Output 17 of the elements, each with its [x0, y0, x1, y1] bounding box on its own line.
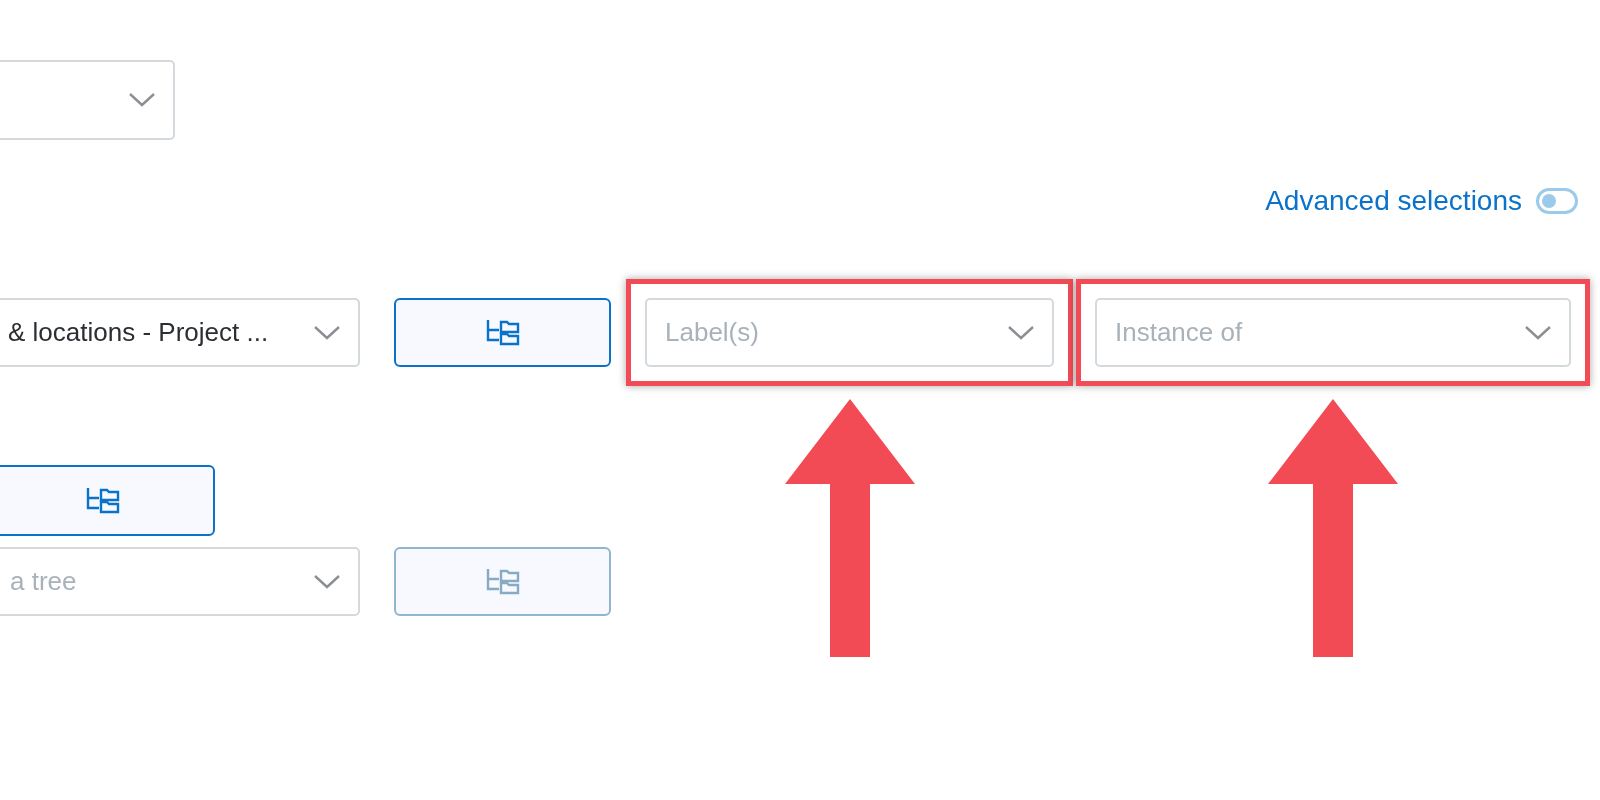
select-dropdown[interactable]: & locations - Project ... [0, 298, 360, 367]
chevron-down-icon [314, 574, 340, 589]
folder-tree-icon [485, 318, 520, 347]
tree-view-button[interactable] [0, 465, 215, 536]
select-dropdown[interactable]: a tree [0, 547, 360, 616]
filter-dropdown[interactable]: Label(s) [645, 298, 1054, 367]
advanced-selections-label: Advanced selections [1265, 185, 1522, 217]
chevron-down-icon [1525, 325, 1551, 340]
toggle-switch[interactable] [1536, 188, 1578, 214]
folder-tree-icon [85, 486, 120, 515]
dropdown[interactable] [0, 60, 175, 140]
chevron-down-icon [1008, 325, 1034, 340]
tree-view-button[interactable] [394, 298, 611, 367]
folder-tree-icon [485, 567, 520, 596]
chevron-down-icon [314, 325, 340, 340]
filter-dropdown[interactable]: Instance of [1095, 298, 1571, 367]
chevron-down-icon [129, 93, 155, 107]
